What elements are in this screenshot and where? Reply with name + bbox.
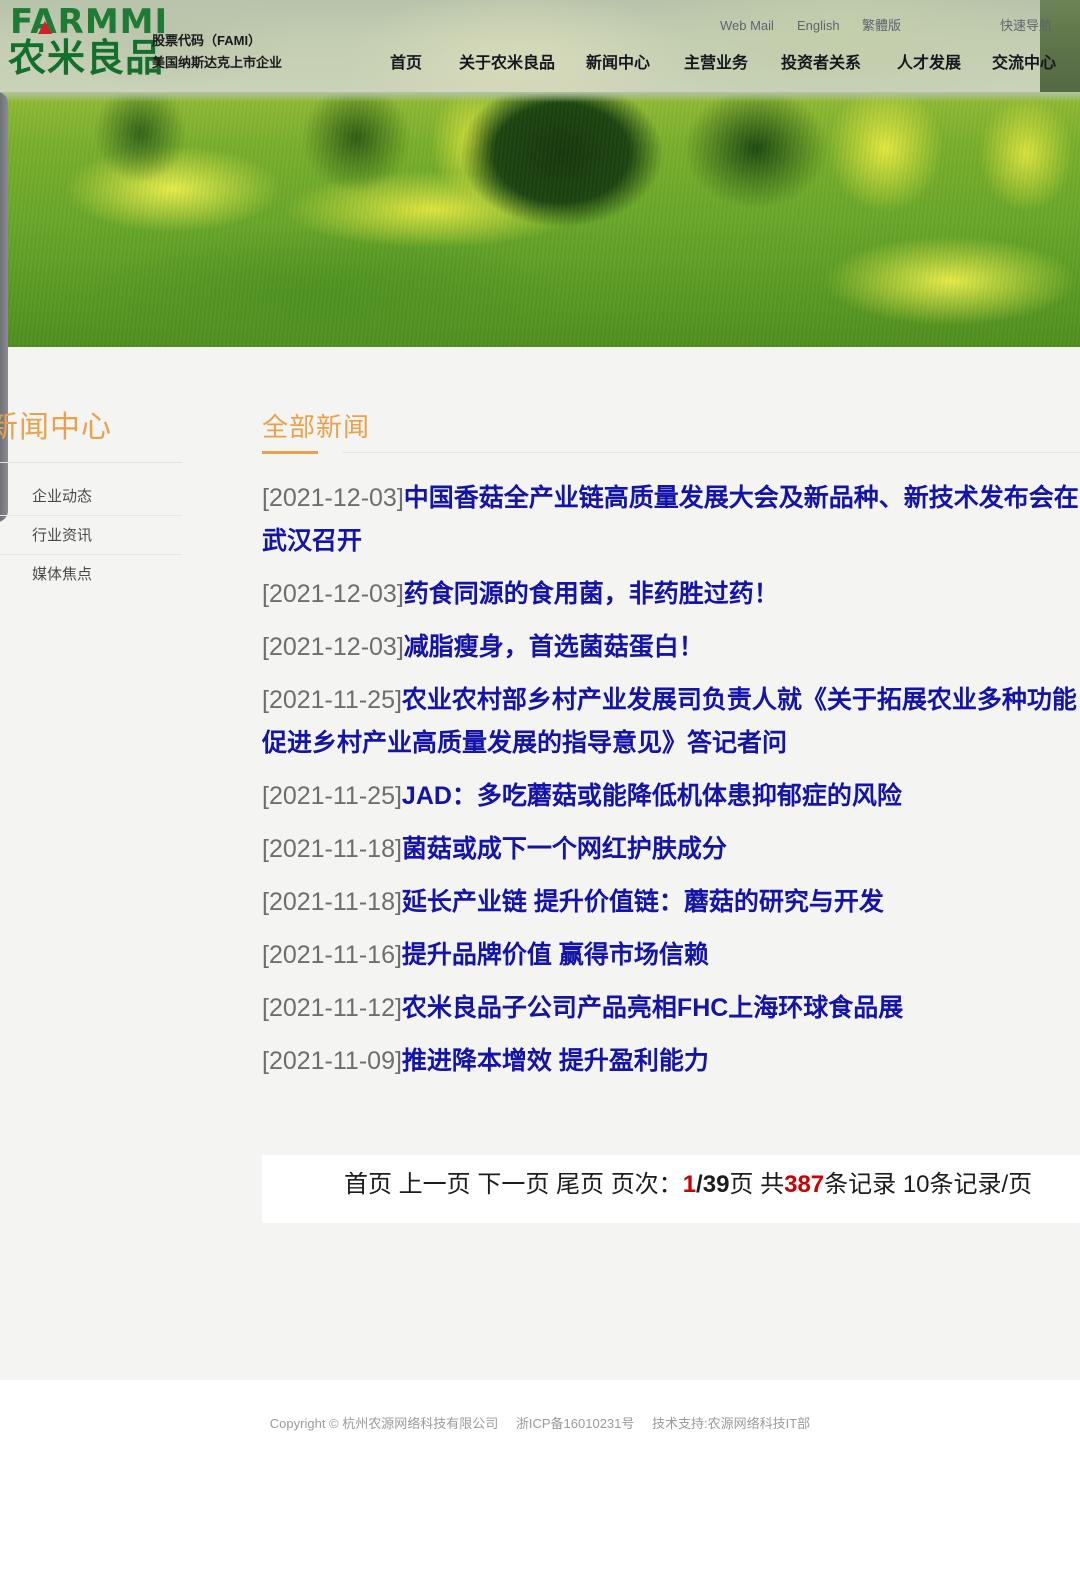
sidebar: 新闻中心 企业动态 行业资讯 媒体焦点 bbox=[0, 347, 182, 637]
news-date: [2021-11-09] bbox=[262, 1047, 402, 1075]
news-date: [2021-11-25] bbox=[262, 782, 402, 810]
nav-item-talent[interactable]: 人才发展 bbox=[897, 50, 961, 78]
news-list-item: [2021-11-18]菌菇或成下一个网红护肤成分 bbox=[262, 828, 1080, 871]
news-title-link[interactable]: 提升品牌价值 赢得市场信赖 bbox=[402, 941, 709, 969]
news-list-item: [2021-12-03]减脂瘦身，首选菌菇蛋白！ bbox=[262, 626, 1080, 669]
pagination-current-page: 1 bbox=[682, 1171, 697, 1198]
pagination-total-records: 387 bbox=[784, 1171, 825, 1198]
utility-link-traditional[interactable]: 繁體版 bbox=[862, 16, 901, 36]
utility-link-webmail[interactable]: Web Mail bbox=[720, 16, 774, 36]
banner-landscape-image bbox=[0, 92, 1080, 347]
news-date: [2021-11-12] bbox=[262, 994, 402, 1022]
news-date: [2021-12-03] bbox=[262, 633, 404, 661]
nav-item-business[interactable]: 主营业务 bbox=[684, 50, 748, 78]
nav-item-home[interactable]: 首页 bbox=[390, 50, 422, 78]
news-list-item: [2021-12-03]中国香菇全产业链高质量发展大会及新品种、新技术发布会在武… bbox=[262, 477, 1080, 563]
news-list-item: [2021-11-25]农业农村部乡村产业发展司负责人就《关于拓展农业多种功能 … bbox=[262, 679, 1080, 765]
news-date: [2021-11-18] bbox=[262, 888, 402, 916]
news-date: [2021-11-16] bbox=[262, 941, 402, 969]
utility-link-quick-nav[interactable]: 快速导航 bbox=[1000, 16, 1052, 36]
site-footer: Copyright © 杭州农源网络科技有限公司 浙ICP备16010231号 … bbox=[0, 1380, 1080, 1584]
nav-item-contact[interactable]: 交流中心 bbox=[992, 50, 1056, 78]
pagination-per-page-suffix: 条记录/页 bbox=[929, 1171, 1033, 1198]
news-list: [2021-12-03]中国香菇全产业链高质量发展大会及新品种、新技术发布会在武… bbox=[262, 477, 1080, 1093]
sidebar-divider bbox=[0, 462, 182, 463]
pagination-page-unit: 页 bbox=[729, 1171, 754, 1198]
pagination-total-prefix: 共 bbox=[760, 1171, 785, 1198]
news-title-link[interactable]: 药食同源的食用菌，非药胜过药！ bbox=[404, 580, 779, 608]
pagination: 首页 上一页 下一页 尾页 页次：1/39页 共387条记录 10条记录/页 bbox=[262, 1155, 1080, 1223]
pagination-last-page[interactable]: 尾页 bbox=[556, 1171, 604, 1198]
footer-text: Copyright © 杭州农源网络科技有限公司 浙ICP备16010231号 … bbox=[0, 1413, 1080, 1432]
sidebar-item-media-focus[interactable]: 媒体焦点 bbox=[0, 555, 182, 594]
news-date: [2021-11-25] bbox=[262, 686, 402, 714]
pagination-next-page[interactable]: 下一页 bbox=[477, 1171, 549, 1198]
nav-item-investors[interactable]: 投资者关系 bbox=[781, 50, 861, 78]
news-list-item: [2021-11-25]JAD：多吃蘑菇或能降低机体患抑郁症的风险 bbox=[262, 775, 1080, 818]
news-date: [2021-12-03] bbox=[262, 580, 404, 608]
pagination-prev-page[interactable]: 上一页 bbox=[399, 1171, 471, 1198]
utility-link-english[interactable]: English bbox=[797, 16, 840, 36]
news-date: [2021-12-03] bbox=[262, 484, 404, 512]
news-title-link[interactable]: 农米良品子公司产品亮相FHC上海环球食品展 bbox=[402, 994, 903, 1022]
utility-bar: Web Mail English 繁體版 快速导航 bbox=[0, 16, 1080, 40]
news-list-item: [2021-11-18]延长产业链 提升价值链：蘑菇的研究与开发 bbox=[262, 881, 1080, 924]
pagination-page-label: 页次： bbox=[610, 1171, 683, 1198]
news-title-link[interactable]: JAD：多吃蘑菇或能降低机体患抑郁症的风险 bbox=[402, 782, 902, 810]
news-list-item: [2021-11-09]推进降本增效 提升盈利能力 bbox=[262, 1040, 1080, 1083]
news-date: [2021-11-18] bbox=[262, 835, 402, 863]
sidebar-menu: 企业动态 行业资讯 媒体焦点 bbox=[0, 477, 182, 594]
pagination-total-pages: 39 bbox=[702, 1171, 730, 1198]
news-list-item: [2021-11-12]农米良品子公司产品亮相FHC上海环球食品展 bbox=[262, 987, 1080, 1030]
nav-item-about[interactable]: 关于农米良品 bbox=[459, 50, 555, 78]
page-title-divider bbox=[342, 452, 1080, 453]
page-title-underline bbox=[262, 451, 318, 454]
nav-item-news[interactable]: 新闻中心 bbox=[586, 50, 650, 78]
pagination-separator: / bbox=[696, 1171, 703, 1198]
site-header: FARMMI 农米良品 股票代码（FAMI） 美国纳斯达克上市企业 Web Ma… bbox=[0, 0, 1080, 92]
news-title-link[interactable]: 推进降本增效 提升盈利能力 bbox=[402, 1047, 709, 1075]
news-title-link[interactable]: 减脂瘦身，首选菌菇蛋白！ bbox=[404, 633, 704, 661]
page-banner bbox=[0, 92, 1080, 347]
sidebar-item-company-news[interactable]: 企业动态 bbox=[0, 477, 182, 516]
pagination-first-page[interactable]: 首页 bbox=[344, 1171, 392, 1198]
pagination-total-suffix: 条记录 bbox=[824, 1171, 897, 1198]
page-root: FARMMI 农米良品 股票代码（FAMI） 美国纳斯达克上市企业 Web Ma… bbox=[0, 0, 1080, 1584]
main-navigation: 首页 关于农米良品 新闻中心 主营业务 投资者关系 人才发展 交流中心 bbox=[0, 50, 1080, 84]
news-list-item: [2021-11-16]提升品牌价值 赢得市场信赖 bbox=[262, 934, 1080, 977]
news-list-item: [2021-12-03]药食同源的食用菌，非药胜过药！ bbox=[262, 573, 1080, 616]
footer-copyright: Copyright © 杭州农源网络科技有限公司 bbox=[269, 1416, 499, 1431]
sidebar-title: 新闻中心 bbox=[0, 411, 112, 444]
pagination-per-page-value: 10 bbox=[902, 1171, 930, 1198]
footer-icp-link[interactable]: 浙ICP备16010231号 bbox=[516, 1416, 635, 1431]
footer-support: 技术支持:农源网络科技IT部 bbox=[652, 1416, 811, 1431]
news-title-link[interactable]: 延长产业链 提升价值链：蘑菇的研究与开发 bbox=[402, 888, 884, 916]
page-title: 全部新闻 bbox=[262, 412, 371, 442]
news-title-link[interactable]: 菌菇或成下一个网红护肤成分 bbox=[402, 835, 727, 863]
sidebar-item-industry-news[interactable]: 行业资讯 bbox=[0, 516, 182, 555]
